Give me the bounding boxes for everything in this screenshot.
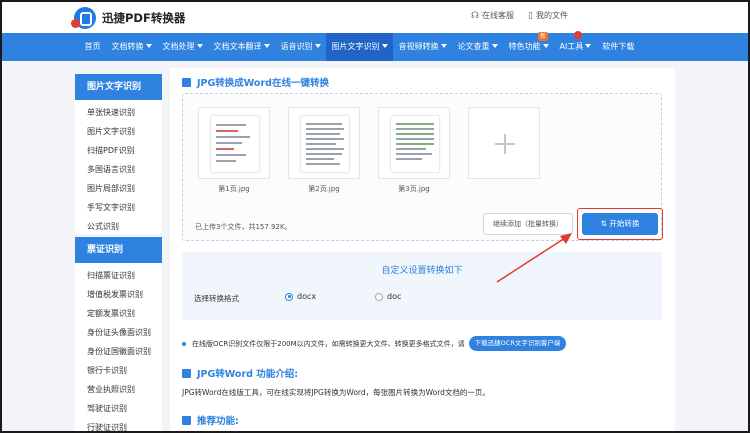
nav-doc-convert[interactable]: 文档转换 — [106, 33, 157, 61]
doc-icon — [182, 77, 191, 87]
thumbnail-label: 第3页.jpg — [398, 185, 430, 193]
download-client-button[interactable]: 下载迅捷OCR文字识别客户端 — [468, 336, 567, 351]
sidebar-list-tickets: 扫描票证识别 增值税发票识别 定额发票识别 身份证头像面识别 身份证国徽面识别 … — [75, 263, 162, 433]
converter-title: JPG转换成Word在线一键转换 — [182, 75, 329, 89]
intro-title: JPG转Word 功能介绍: — [182, 366, 298, 380]
radio-docx[interactable]: docx — [285, 292, 316, 301]
nav-speech[interactable]: 语音识别 — [275, 33, 326, 61]
my-files-link[interactable]: ▯ 我的文件 — [528, 10, 568, 21]
logo-text: 迅捷PDF转换器 — [102, 11, 186, 25]
chevron-down-icon — [542, 44, 549, 48]
chevron-down-icon — [263, 44, 270, 48]
new-badge: 新 — [538, 32, 549, 41]
sidebar-item[interactable]: 手写文字识别 — [75, 198, 162, 217]
chevron-down-icon — [585, 44, 592, 48]
chevron-down-icon — [491, 44, 498, 48]
sidebar-item[interactable]: 多国语言识别 — [75, 160, 162, 179]
hot-badge — [574, 31, 582, 39]
sidebar-item[interactable]: 图片局部识别 — [75, 179, 162, 198]
sidebar-item[interactable]: 身份证头像面识别 — [75, 323, 162, 342]
service-link[interactable]: ☊ 在线客服 — [471, 10, 514, 21]
image-preview-icon — [391, 116, 439, 172]
file-icon: ▯ — [528, 10, 533, 21]
chevron-down-icon — [196, 44, 203, 48]
nav-plagiarism[interactable]: 论文查重 — [452, 33, 503, 61]
sidebar-item[interactable]: 扫描票证识别 — [75, 266, 162, 285]
sidebar-item[interactable]: 图片文字识别 — [75, 122, 162, 141]
image-preview-icon — [301, 116, 349, 172]
radio-doc[interactable]: doc — [375, 292, 401, 301]
nav-home[interactable]: 首页 — [79, 33, 106, 61]
bullet-icon — [182, 341, 186, 346]
format-label: 选择转换格式 — [194, 294, 239, 303]
add-file-button[interactable] — [468, 107, 540, 179]
settings-title: 自定义设置转换如下 — [381, 266, 463, 276]
file-thumbnail[interactable] — [198, 107, 270, 179]
sidebar-item[interactable]: 定额发票识别 — [75, 304, 162, 323]
chevron-down-icon — [145, 44, 152, 48]
upload-dropzone[interactable]: 第1页.jpg 第2页.jpg 第3页.jpg 已上传3个文件，共157.92K… — [182, 93, 663, 241]
my-files-label: 我的文件 — [536, 11, 568, 20]
main-panel: JPG转换成Word在线一键转换 第1页.jpg 第2页.jpg 第3页.jpg… — [170, 68, 675, 433]
headset-icon: ☊ — [471, 10, 480, 21]
sidebar-item[interactable]: 增值税发票识别 — [75, 285, 162, 304]
thumbnail-label: 第2页.jpg — [308, 185, 340, 193]
bookmark-icon — [182, 415, 191, 425]
logo-icon — [71, 7, 96, 29]
top-header: 迅捷PDF转换器 ☊ 在线客服 ▯ 我的文件 — [2, 2, 748, 33]
intro-text: JPG转Word在线版工具，可在线实现将JPG转换为Word，每张图片转换为Wo… — [182, 388, 490, 397]
sidebar-item[interactable]: 营业执照识别 — [75, 380, 162, 399]
sidebar-item[interactable]: 行驶证识别 — [75, 418, 162, 433]
service-link-label: 在线客服 — [482, 11, 515, 20]
nav-doc-process[interactable]: 文档处理 — [157, 33, 208, 61]
top-links: ☊ 在线客服 ▯ 我的文件 — [471, 10, 568, 21]
size-notice: 在线版OCR识别文件仅限于200M以内文件，如需转换更大文件、转换更多格式文件，… — [182, 336, 567, 351]
recommend-title: 推荐功能: — [182, 413, 239, 427]
radio-checked-icon — [285, 292, 293, 301]
sidebar-item[interactable]: 公式识别 — [75, 217, 162, 236]
image-preview-icon — [211, 116, 259, 172]
chevron-down-icon — [314, 44, 321, 48]
sidebar-group-image-ocr: 图片文字识别 — [75, 74, 162, 100]
nav-ai-tools[interactable]: AI工具 — [554, 31, 597, 61]
settings-panel: 自定义设置转换如下 选择转换格式 docx doc — [182, 252, 662, 320]
sidebar-list-image-ocr: 单张快速识别 图片文字识别 扫描PDF识别 多国语言识别 图片局部识别 手写文字… — [75, 100, 162, 234]
continue-add-button[interactable]: 继续添加（批量转换） — [483, 213, 573, 235]
sidebar-item[interactable]: 驾驶证识别 — [75, 399, 162, 418]
nav-image-ocr[interactable]: 图片文字识别 — [326, 33, 393, 61]
nav-av-convert[interactable]: 音视频转换 — [393, 33, 452, 61]
nav-features[interactable]: 特色功能新 — [503, 32, 554, 61]
sidebar-item[interactable]: 银行卡识别 — [75, 361, 162, 380]
upload-info: 已上传3个文件，共157.92K。 — [195, 223, 292, 231]
file-thumbnail[interactable] — [288, 107, 360, 179]
sidebar-item[interactable]: 身份证国徽面识别 — [75, 342, 162, 361]
main-nav: 首页 文档转换 文档处理 文档文本翻译 语音识别 图片文字识别 音视频转换 论文… — [2, 31, 748, 61]
chevron-down-icon — [440, 44, 447, 48]
sidebar-item[interactable]: 扫描PDF识别 — [75, 141, 162, 160]
chevron-down-icon — [381, 44, 388, 48]
site-logo[interactable]: 迅捷PDF转换器 — [71, 6, 186, 30]
sidebar-group-tickets: 票证识别 — [75, 237, 162, 263]
nav-translate[interactable]: 文档文本翻译 — [208, 33, 275, 61]
nav-download[interactable]: 软件下载 — [597, 33, 640, 61]
doc-icon — [182, 368, 191, 378]
file-thumbnail[interactable] — [378, 107, 450, 179]
start-convert-button[interactable]: ⇅ 开始转换 — [582, 213, 658, 235]
sidebar-item[interactable]: 单张快速识别 — [75, 103, 162, 122]
radio-unchecked-icon — [375, 292, 383, 301]
thumbnail-label: 第1页.jpg — [218, 185, 250, 193]
